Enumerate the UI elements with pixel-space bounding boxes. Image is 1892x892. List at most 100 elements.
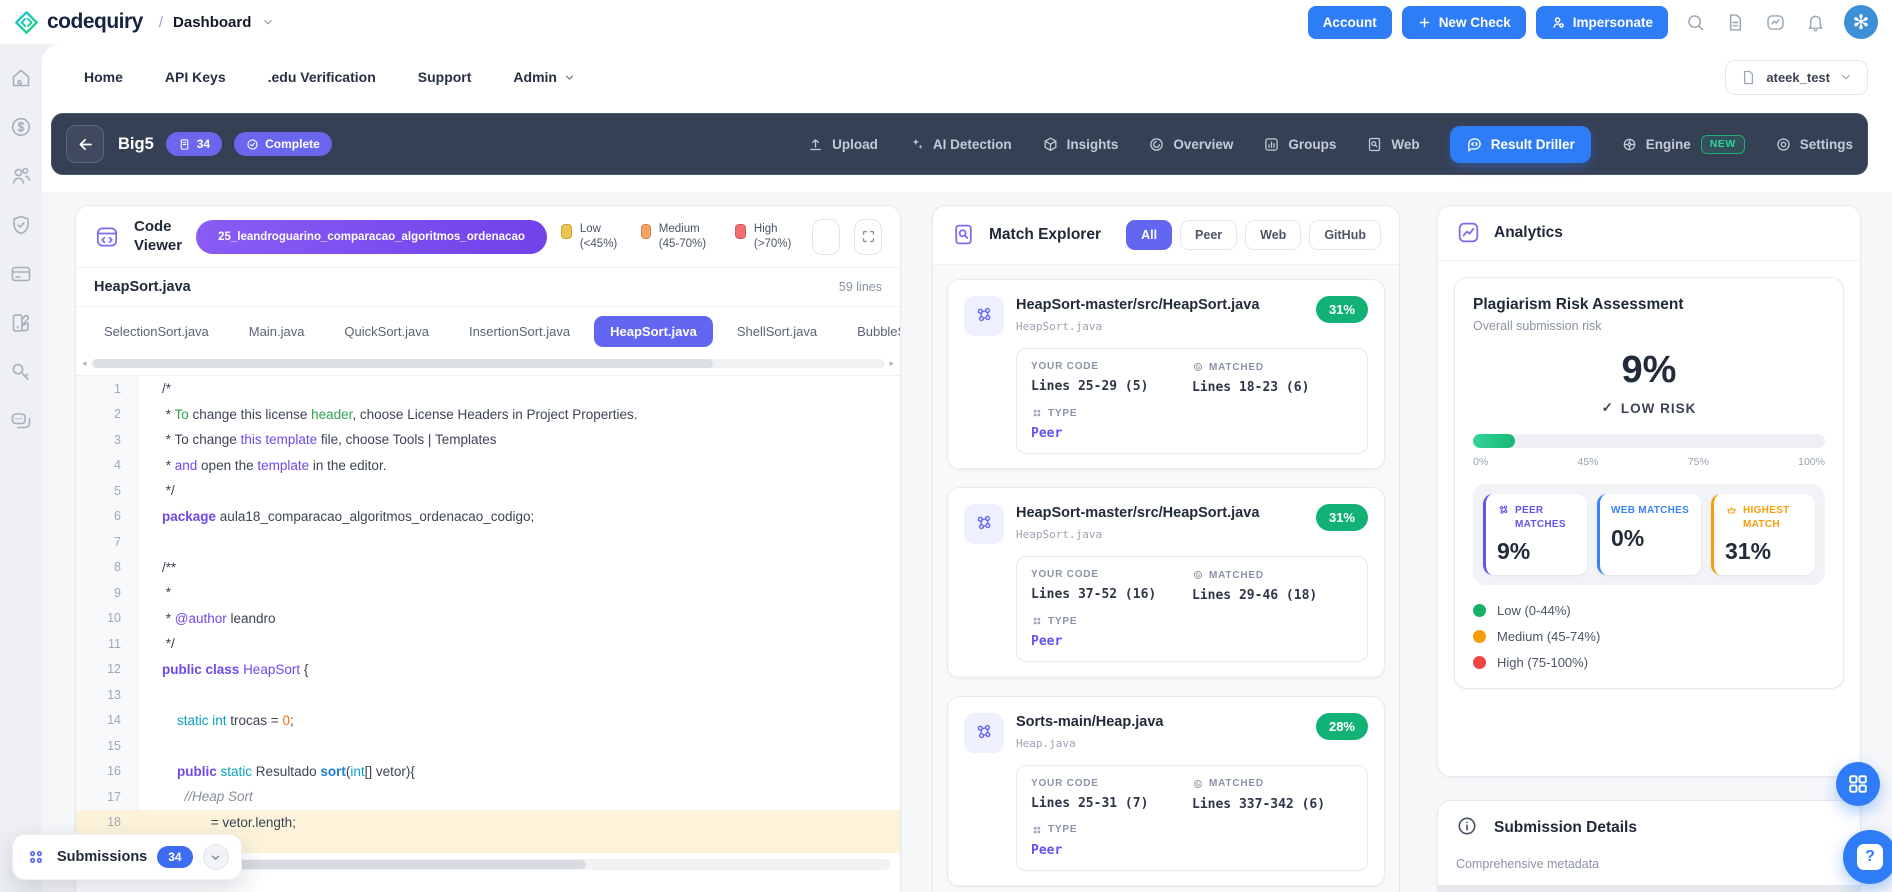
- sidebar-key-icon[interactable]: [9, 360, 33, 384]
- code-line[interactable]: 3 * To change this template file, choose…: [76, 427, 900, 453]
- toolbar-tab-settings[interactable]: Settings: [1775, 136, 1853, 153]
- view-full-match-button[interactable]: View Full Match: [948, 884, 1384, 886]
- submission-details-title: Submission Details: [1494, 819, 1637, 836]
- file-tabs-scrollbar[interactable]: ◂ ▸: [76, 356, 900, 376]
- code-line[interactable]: 16 public static Resultado sort(int[] ve…: [76, 758, 900, 784]
- toolbar-tab-upload[interactable]: Upload: [807, 136, 878, 153]
- line-number: 12: [76, 656, 138, 682]
- sidebar-users-icon[interactable]: [9, 164, 33, 188]
- search-icon[interactable]: [1678, 5, 1712, 39]
- messages-icon[interactable]: [1758, 5, 1792, 39]
- match-title[interactable]: HeapSort-master/src/HeapSort.java: [1016, 504, 1259, 523]
- nav-item-admin[interactable]: Admin: [513, 69, 576, 85]
- sidebar-home-icon[interactable]: [9, 66, 33, 90]
- sidebar-palette-icon[interactable]: [9, 311, 33, 335]
- file-tab-quicksort-java[interactable]: QuickSort.java: [328, 316, 445, 347]
- code-line[interactable]: 2 * To change this license header, choos…: [76, 401, 900, 427]
- toolbar-tab-overview[interactable]: Overview: [1148, 136, 1233, 153]
- code-line[interactable]: 17 //Heap Sort: [76, 784, 900, 810]
- line-content: public static Resultado sort(int[] vetor…: [177, 763, 415, 779]
- file-tab-main-java[interactable]: Main.java: [233, 316, 321, 347]
- sidebar-credit-card-icon[interactable]: [9, 262, 33, 286]
- code-line[interactable]: 5 */: [76, 478, 900, 504]
- code-line[interactable]: 7: [76, 529, 900, 555]
- line-number: 14: [76, 707, 138, 733]
- code-line[interactable]: 6 package aula18_comparacao_algoritmos_or…: [76, 503, 900, 529]
- breadcrumb-page[interactable]: Dashboard: [173, 14, 251, 31]
- toolbar-tab-web[interactable]: Web: [1366, 136, 1420, 153]
- view-full-match-button[interactable]: View Full Match: [948, 468, 1384, 470]
- code-line[interactable]: 11 */: [76, 631, 900, 657]
- submissions-chevron-button[interactable]: [202, 844, 229, 870]
- match-type-link[interactable]: Peer: [1031, 426, 1353, 441]
- nav-item-support[interactable]: Support: [418, 69, 472, 85]
- workspace-selector[interactable]: ateek_test: [1725, 59, 1868, 95]
- brand[interactable]: codequiry: [14, 10, 143, 35]
- sidebar-chats-icon[interactable]: [9, 409, 33, 433]
- match-explorer-title: Match Explorer: [989, 226, 1101, 243]
- apps-grid-fab[interactable]: [1836, 762, 1880, 806]
- filter-web[interactable]: Web: [1245, 220, 1302, 250]
- grid-dots-icon: [1031, 615, 1043, 627]
- match-title[interactable]: HeapSort-master/src/HeapSort.java: [1016, 296, 1259, 315]
- nav-item-home[interactable]: Home: [84, 69, 123, 85]
- toolbar-tab-insights[interactable]: Insights: [1042, 136, 1118, 153]
- file-tab-heapsort-java[interactable]: HeapSort.java: [594, 316, 713, 347]
- file-tab-bubblesort-java[interactable]: BubbleSort.java: [841, 316, 900, 347]
- submission-filename-pill[interactable]: 25_leandroguarino_comparacao_algoritmos_…: [196, 219, 547, 254]
- risk-progress-bar: [1473, 434, 1825, 448]
- code-line[interactable]: 14 static int trocas = 0;: [76, 707, 900, 733]
- toolbar-tab-groups[interactable]: Groups: [1263, 136, 1336, 153]
- code-line[interactable]: 12 public class HeapSort {: [76, 656, 900, 682]
- back-button[interactable]: [66, 125, 104, 163]
- nav-item-apikeys[interactable]: API Keys: [165, 69, 226, 85]
- scroll-right-icon[interactable]: ▸: [889, 358, 894, 369]
- view-full-match-button[interactable]: View Full Match: [948, 676, 1384, 678]
- filter-github[interactable]: GitHub: [1309, 220, 1381, 250]
- bell-icon[interactable]: [1798, 5, 1832, 39]
- match-type-link[interactable]: Peer: [1031, 843, 1353, 858]
- code-line[interactable]: 10 * @author leandro: [76, 605, 900, 631]
- avatar[interactable]: ✻: [1844, 5, 1878, 39]
- code-viewer-title: Code Viewer: [134, 217, 183, 254]
- filter-all[interactable]: All: [1126, 220, 1173, 250]
- document-icon[interactable]: [1718, 5, 1752, 39]
- toolbar-tab-engine[interactable]: Engine NEW: [1621, 134, 1745, 154]
- filter-peer[interactable]: Peer: [1180, 220, 1238, 250]
- code-line[interactable]: 9 *: [76, 580, 900, 606]
- file-tab-shellsort-java[interactable]: ShellSort.java: [721, 316, 833, 347]
- account-button[interactable]: Account: [1307, 5, 1392, 39]
- code-line[interactable]: 15: [76, 733, 900, 759]
- chevron-down-icon[interactable]: [261, 15, 275, 29]
- scrollbar-thumb[interactable]: [92, 359, 713, 368]
- code-line[interactable]: 13: [76, 682, 900, 708]
- breadcrumb[interactable]: / Dashboard: [159, 14, 276, 31]
- fullscreen-button[interactable]: [854, 218, 883, 255]
- panel-scrollbar[interactable]: [1438, 885, 1860, 892]
- sidebar-shield-check-icon[interactable]: [9, 213, 33, 237]
- code-line[interactable]: 1 /*: [76, 376, 900, 402]
- code-area[interactable]: 1 /* 2 * To change this license header, ch…: [76, 376, 900, 853]
- analytics-header: Analytics: [1438, 206, 1860, 261]
- toolbar-tab-ai-detection[interactable]: AI Detection: [908, 136, 1012, 153]
- stat-box-peer-matches: PEER MATCHES 9%: [1483, 494, 1587, 575]
- submissions-widget[interactable]: Submissions 34: [12, 834, 242, 880]
- sidebar-dollar-icon[interactable]: [9, 115, 33, 139]
- new-check-button[interactable]: New Check: [1401, 5, 1526, 39]
- scrollbar-track[interactable]: [90, 359, 886, 368]
- match-type-link[interactable]: Peer: [1031, 634, 1353, 649]
- code-line[interactable]: 4 * and open the template in the editor.: [76, 452, 900, 478]
- code-line[interactable]: 8 /**: [76, 554, 900, 580]
- line-number: 1: [76, 376, 138, 402]
- toolbar-square-button[interactable]: [812, 218, 841, 255]
- type-label: TYPE: [1031, 824, 1353, 836]
- help-fab[interactable]: ?: [1843, 830, 1892, 884]
- impersonate-button[interactable]: Impersonate: [1535, 5, 1668, 39]
- match-title[interactable]: Sorts-main/Heap.java: [1016, 713, 1163, 732]
- file-tab-insertionsort-java[interactable]: InsertionSort.java: [453, 316, 586, 347]
- scroll-left-icon[interactable]: ◂: [82, 358, 87, 369]
- file-tab-selectionsort-java[interactable]: SelectionSort.java: [88, 316, 225, 347]
- toolbar-tab-result-driller[interactable]: Result Driller: [1449, 125, 1591, 163]
- nav-item-eduverification[interactable]: .edu Verification: [268, 69, 376, 85]
- code-line[interactable]: 18 = vetor.length;: [76, 809, 900, 835]
